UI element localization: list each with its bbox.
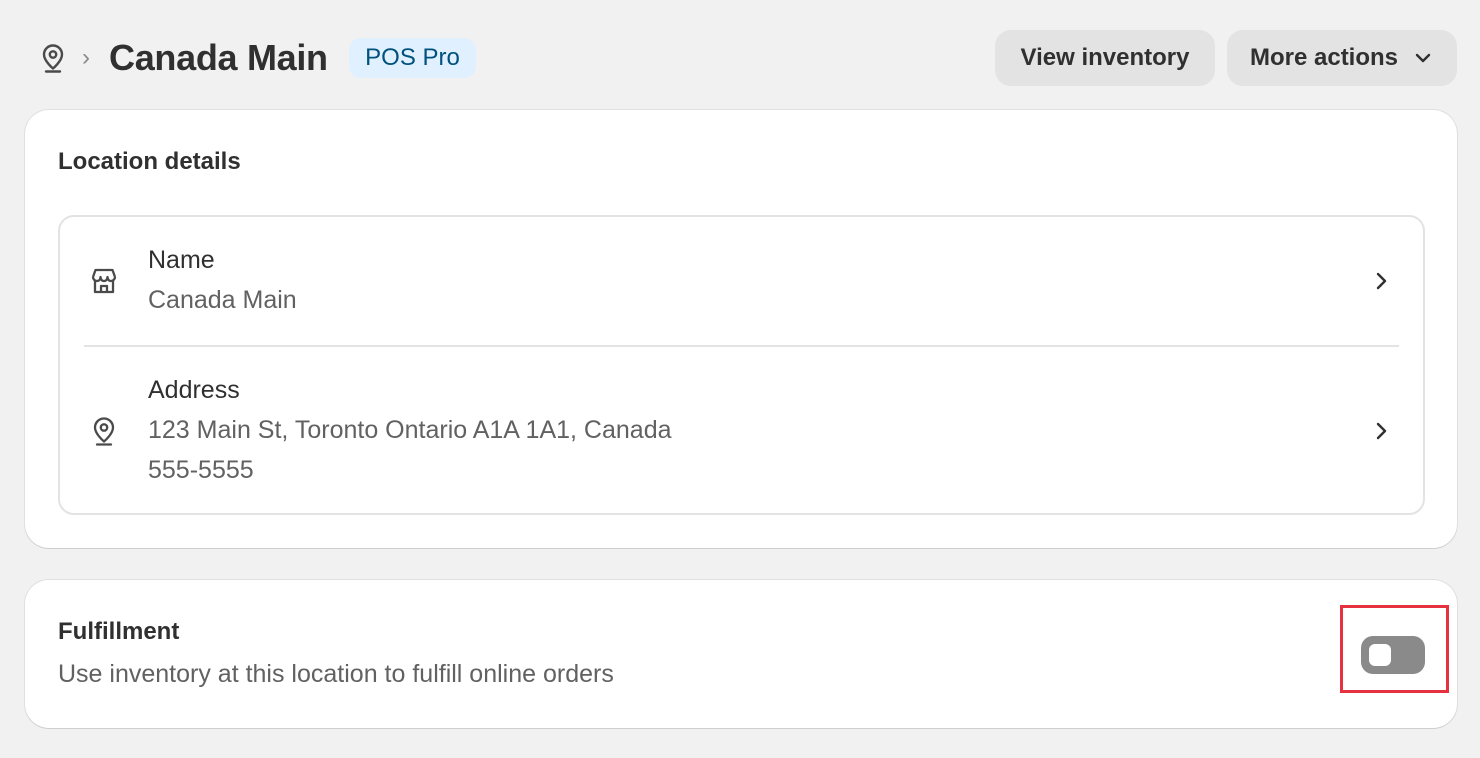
- view-inventory-button[interactable]: View inventory: [995, 30, 1215, 86]
- address-row[interactable]: Address 123 Main St, Toronto Ontario A1A…: [60, 347, 1423, 515]
- location-details-card: Location details Name Canada Main Addres…: [25, 110, 1457, 548]
- breadcrumb-separator: ›: [82, 44, 90, 71]
- location-pin-icon: [88, 415, 120, 447]
- fulfillment-card: Fulfillment Use inventory at this locati…: [25, 580, 1457, 728]
- name-value: Canada Main: [148, 286, 297, 314]
- toggle-knob: [1369, 644, 1391, 666]
- chevron-right-icon: [1369, 269, 1393, 293]
- fulfillment-description: Use inventory at this location to fulfil…: [58, 660, 614, 688]
- name-row[interactable]: Name Canada Main: [60, 217, 1423, 347]
- chevron-down-icon: [1412, 47, 1434, 69]
- page-title: Canada Main: [109, 37, 328, 78]
- fulfillment-title: Fulfillment: [58, 618, 180, 645]
- page-header: › Canada Main POS Pro View inventory Mor…: [0, 0, 1480, 110]
- name-label: Name: [148, 246, 215, 274]
- view-inventory-label: View inventory: [1020, 44, 1190, 71]
- store-icon: [88, 265, 120, 297]
- address-line: 123 Main St, Toronto Ontario A1A 1A1, Ca…: [148, 416, 672, 444]
- phone-value: 555-5555: [148, 456, 254, 484]
- more-actions-label: More actions: [1249, 44, 1399, 71]
- location-details-title: Location details: [58, 148, 241, 175]
- address-label: Address: [148, 376, 240, 404]
- plan-badge: POS Pro: [349, 38, 476, 78]
- fulfillment-toggle[interactable]: [1361, 636, 1425, 674]
- location-pin-icon: [38, 42, 68, 74]
- location-details-list: Name Canada Main Address 123 Main St, To…: [58, 215, 1425, 515]
- chevron-right-icon: [1369, 419, 1393, 443]
- more-actions-button[interactable]: More actions: [1227, 30, 1457, 86]
